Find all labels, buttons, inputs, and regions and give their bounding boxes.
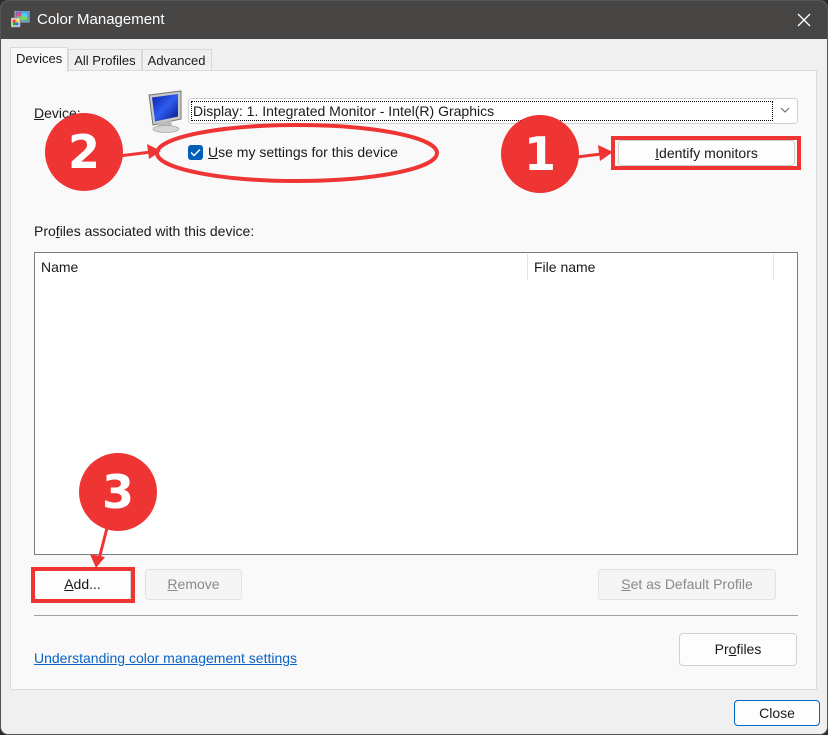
profiles-associated-label: Profiles associated with this device: <box>34 223 254 239</box>
device-label-accesskey: D <box>34 105 45 121</box>
identify-text: dentify monitors <box>659 145 758 161</box>
column-header-divider <box>773 254 780 280</box>
remove-text: emove <box>177 576 220 592</box>
use-my-settings-checkbox[interactable]: Use my settings for this device <box>188 144 398 160</box>
profiles-label-rest: iles associated with this device: <box>59 223 255 239</box>
tab-all-profiles[interactable]: All Profiles <box>68 49 142 72</box>
window-title: Color Management <box>37 11 165 28</box>
set-default-accesskey: S <box>621 576 631 592</box>
profiles-button[interactable]: Profiles <box>679 633 797 666</box>
color-management-app-icon <box>11 11 30 28</box>
tab-strip: Devices All Profiles Advanced <box>10 47 212 72</box>
device-label: Device: <box>34 105 81 121</box>
add-text: dd... <box>73 576 101 592</box>
use-my-settings-accesskey: U <box>208 144 219 160</box>
devices-tab-panel: Device: Display: 1. Integrated Monitor -… <box>10 70 817 690</box>
remove-button[interactable]: Remove <box>145 569 242 600</box>
checkbox-checked[interactable] <box>188 144 203 160</box>
profiles-list[interactable]: Name File name <box>34 252 798 555</box>
device-select-value: Display: 1. Integrated Monitor - Intel(R… <box>191 101 773 121</box>
profiles-list-header: Name File name <box>35 253 797 281</box>
tab-devices[interactable]: Devices <box>10 47 69 72</box>
color-management-window: Color Management Devices All Profiles Ad… <box>0 0 828 735</box>
chevron-down-icon <box>780 107 790 113</box>
title-bar: Color Management <box>1 1 827 39</box>
add-button[interactable]: Add... <box>34 569 131 600</box>
remove-accesskey: R <box>167 576 178 592</box>
profiles-btn-pre: Pr <box>714 641 729 657</box>
window-close-button[interactable] <box>789 7 819 33</box>
section-divider <box>34 615 798 616</box>
close-button[interactable]: Close <box>734 700 820 726</box>
monitor-icon <box>148 90 182 133</box>
close-icon <box>797 13 811 27</box>
add-accesskey: A <box>64 576 74 592</box>
understanding-color-management-link[interactable]: Understanding color management settings <box>34 650 297 666</box>
device-label-text: evice: <box>44 105 81 121</box>
use-my-settings-text: se my settings for this device <box>218 144 398 160</box>
profiles-btn-rest: files <box>736 641 762 657</box>
identify-monitors-button[interactable]: Identify monitors <box>618 140 795 166</box>
device-select[interactable]: Display: 1. Integrated Monitor - Intel(R… <box>188 98 798 124</box>
profiles-label-pre: Pro <box>34 223 56 239</box>
checkmark-icon <box>190 148 201 156</box>
column-header-name[interactable]: Name <box>35 253 527 281</box>
use-my-settings-label: Use my settings for this device <box>208 144 398 160</box>
column-header-file-name[interactable]: File name <box>527 254 773 280</box>
set-default-profile-button[interactable]: Set as Default Profile <box>598 569 776 600</box>
tab-advanced[interactable]: Advanced <box>141 49 212 72</box>
set-default-text: et as Default Profile <box>630 576 753 592</box>
